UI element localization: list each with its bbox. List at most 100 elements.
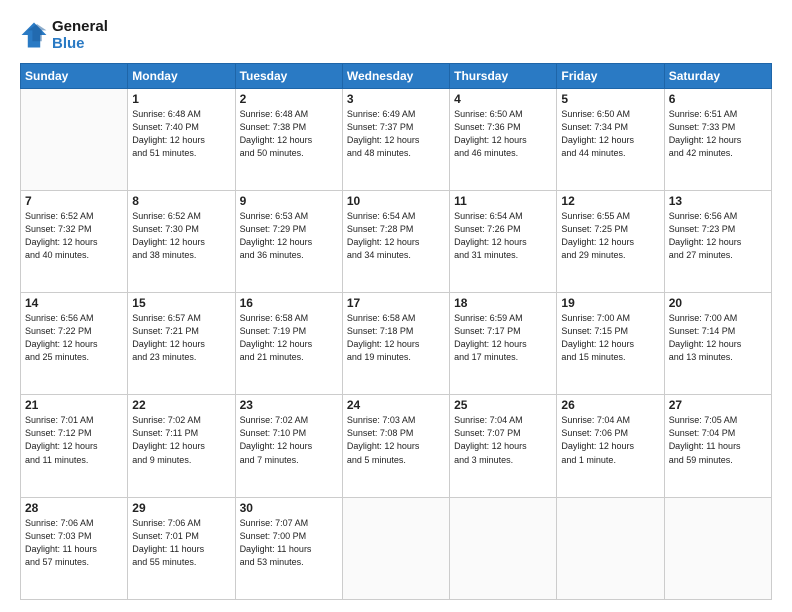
- col-header-sunday: Sunday: [21, 63, 128, 88]
- logo-text: General Blue: [52, 18, 108, 53]
- calendar-header-row: SundayMondayTuesdayWednesdayThursdayFrid…: [21, 63, 772, 88]
- calendar-cell: 19 Sunrise: 7:00 AM Sunset: 7:15 PM Dayli…: [557, 293, 664, 395]
- calendar-cell: 18 Sunrise: 6:59 AM Sunset: 7:17 PM Dayli…: [450, 293, 557, 395]
- day-number: 6: [669, 92, 767, 106]
- day-number: 21: [25, 398, 123, 412]
- day-info: Sunrise: 7:00 AM Sunset: 7:14 PM Dayligh…: [669, 312, 767, 364]
- day-number: 29: [132, 501, 230, 515]
- calendar-cell: 24 Sunrise: 7:03 AM Sunset: 7:08 PM Dayli…: [342, 395, 449, 497]
- day-info: Sunrise: 6:48 AM Sunset: 7:40 PM Dayligh…: [132, 108, 230, 160]
- day-info: Sunrise: 6:56 AM Sunset: 7:22 PM Dayligh…: [25, 312, 123, 364]
- calendar-cell: 23 Sunrise: 7:02 AM Sunset: 7:10 PM Dayli…: [235, 395, 342, 497]
- calendar-cell: 21 Sunrise: 7:01 AM Sunset: 7:12 PM Dayli…: [21, 395, 128, 497]
- calendar-cell: 6 Sunrise: 6:51 AM Sunset: 7:33 PM Daylig…: [664, 88, 771, 190]
- day-info: Sunrise: 6:58 AM Sunset: 7:19 PM Dayligh…: [240, 312, 338, 364]
- day-info: Sunrise: 6:50 AM Sunset: 7:34 PM Dayligh…: [561, 108, 659, 160]
- calendar-cell: 15Sunrise: 6:57 AM Sunset: 7:21 PM Dayli…: [128, 293, 235, 395]
- day-info: Sunrise: 6:59 AM Sunset: 7:17 PM Dayligh…: [454, 312, 552, 364]
- day-info: Sunrise: 7:02 AM Sunset: 7:10 PM Dayligh…: [240, 414, 338, 466]
- day-number: 9: [240, 194, 338, 208]
- day-info: Sunrise: 7:06 AM Sunset: 7:03 PM Dayligh…: [25, 517, 123, 569]
- day-info: Sunrise: 7:06 AM Sunset: 7:01 PM Dayligh…: [132, 517, 230, 569]
- day-info: Sunrise: 6:52 AM Sunset: 7:30 PM Dayligh…: [132, 210, 230, 262]
- day-info: Sunrise: 6:57 AM Sunset: 7:21 PM Dayligh…: [132, 312, 230, 364]
- calendar-week-row: 14 Sunrise: 6:56 AM Sunset: 7:22 PM Dayli…: [21, 293, 772, 395]
- day-number: 4: [454, 92, 552, 106]
- day-number: 19: [561, 296, 659, 310]
- day-info: Sunrise: 7:07 AM Sunset: 7:00 PM Dayligh…: [240, 517, 338, 569]
- day-info: Sunrise: 7:04 AM Sunset: 7:07 PM Dayligh…: [454, 414, 552, 466]
- day-info: Sunrise: 7:00 AM Sunset: 7:15 PM Dayligh…: [561, 312, 659, 364]
- calendar-cell: 3 Sunrise: 6:49 AM Sunset: 7:37 PM Daylig…: [342, 88, 449, 190]
- day-number: 12: [561, 194, 659, 208]
- day-number: 7: [25, 194, 123, 208]
- page: General Blue SundayMondayTuesdayWednesda…: [0, 0, 792, 612]
- day-number: 24: [347, 398, 445, 412]
- col-header-tuesday: Tuesday: [235, 63, 342, 88]
- day-number: 17: [347, 296, 445, 310]
- col-header-friday: Friday: [557, 63, 664, 88]
- calendar-cell: 16Sunrise: 6:58 AM Sunset: 7:19 PM Dayli…: [235, 293, 342, 395]
- col-header-saturday: Saturday: [664, 63, 771, 88]
- calendar-cell: 13 Sunrise: 6:56 AM Sunset: 7:23 PM Dayli…: [664, 190, 771, 292]
- col-header-thursday: Thursday: [450, 63, 557, 88]
- calendar-cell: [21, 88, 128, 190]
- day-info: Sunrise: 6:54 AM Sunset: 7:26 PM Dayligh…: [454, 210, 552, 262]
- day-number: 5: [561, 92, 659, 106]
- calendar-week-row: 21 Sunrise: 7:01 AM Sunset: 7:12 PM Dayli…: [21, 395, 772, 497]
- calendar-cell: 28 Sunrise: 7:06 AM Sunset: 7:03 PM Dayli…: [21, 497, 128, 599]
- calendar-week-row: 1 Sunrise: 6:48 AM Sunset: 7:40 PM Daylig…: [21, 88, 772, 190]
- col-header-wednesday: Wednesday: [342, 63, 449, 88]
- calendar-cell: [664, 497, 771, 599]
- calendar-cell: 25 Sunrise: 7:04 AM Sunset: 7:07 PM Dayli…: [450, 395, 557, 497]
- day-number: 25: [454, 398, 552, 412]
- calendar-cell: 1 Sunrise: 6:48 AM Sunset: 7:40 PM Daylig…: [128, 88, 235, 190]
- day-number: 18: [454, 296, 552, 310]
- calendar-table: SundayMondayTuesdayWednesdayThursdayFrid…: [20, 63, 772, 601]
- calendar-cell: 14 Sunrise: 6:56 AM Sunset: 7:22 PM Dayli…: [21, 293, 128, 395]
- calendar-cell: [450, 497, 557, 599]
- day-info: Sunrise: 6:51 AM Sunset: 7:33 PM Dayligh…: [669, 108, 767, 160]
- calendar-cell: 30Sunrise: 7:07 AM Sunset: 7:00 PM Dayli…: [235, 497, 342, 599]
- day-info: Sunrise: 6:49 AM Sunset: 7:37 PM Dayligh…: [347, 108, 445, 160]
- day-number: 14: [25, 296, 123, 310]
- day-info: Sunrise: 7:02 AM Sunset: 7:11 PM Dayligh…: [132, 414, 230, 466]
- day-info: Sunrise: 7:01 AM Sunset: 7:12 PM Dayligh…: [25, 414, 123, 466]
- day-number: 2: [240, 92, 338, 106]
- calendar-cell: [342, 497, 449, 599]
- day-number: 1: [132, 92, 230, 106]
- day-number: 20: [669, 296, 767, 310]
- day-info: Sunrise: 7:05 AM Sunset: 7:04 PM Dayligh…: [669, 414, 767, 466]
- day-number: 28: [25, 501, 123, 515]
- day-info: Sunrise: 7:04 AM Sunset: 7:06 PM Dayligh…: [561, 414, 659, 466]
- calendar-cell: 5 Sunrise: 6:50 AM Sunset: 7:34 PM Daylig…: [557, 88, 664, 190]
- day-info: Sunrise: 7:03 AM Sunset: 7:08 PM Dayligh…: [347, 414, 445, 466]
- day-number: 10: [347, 194, 445, 208]
- calendar-cell: 8 Sunrise: 6:52 AM Sunset: 7:30 PM Daylig…: [128, 190, 235, 292]
- day-info: Sunrise: 6:56 AM Sunset: 7:23 PM Dayligh…: [669, 210, 767, 262]
- day-number: 26: [561, 398, 659, 412]
- day-number: 22: [132, 398, 230, 412]
- calendar-week-row: 28 Sunrise: 7:06 AM Sunset: 7:03 PM Dayli…: [21, 497, 772, 599]
- col-header-monday: Monday: [128, 63, 235, 88]
- day-number: 8: [132, 194, 230, 208]
- calendar-cell: 17 Sunrise: 6:58 AM Sunset: 7:18 PM Dayli…: [342, 293, 449, 395]
- day-number: 23: [240, 398, 338, 412]
- calendar-cell: 9Sunrise: 6:53 AM Sunset: 7:29 PM Daylig…: [235, 190, 342, 292]
- day-info: Sunrise: 6:58 AM Sunset: 7:18 PM Dayligh…: [347, 312, 445, 364]
- day-number: 3: [347, 92, 445, 106]
- calendar-cell: 11Sunrise: 6:54 AM Sunset: 7:26 PM Dayli…: [450, 190, 557, 292]
- header: General Blue: [20, 18, 772, 53]
- calendar-cell: 12 Sunrise: 6:55 AM Sunset: 7:25 PM Dayli…: [557, 190, 664, 292]
- day-number: 27: [669, 398, 767, 412]
- calendar-cell: 10 Sunrise: 6:54 AM Sunset: 7:28 PM Dayli…: [342, 190, 449, 292]
- day-info: Sunrise: 6:54 AM Sunset: 7:28 PM Dayligh…: [347, 210, 445, 262]
- day-info: Sunrise: 6:50 AM Sunset: 7:36 PM Dayligh…: [454, 108, 552, 160]
- day-info: Sunrise: 6:55 AM Sunset: 7:25 PM Dayligh…: [561, 210, 659, 262]
- calendar-cell: 4 Sunrise: 6:50 AM Sunset: 7:36 PM Daylig…: [450, 88, 557, 190]
- calendar-cell: 29 Sunrise: 7:06 AM Sunset: 7:01 PM Dayli…: [128, 497, 235, 599]
- day-number: 13: [669, 194, 767, 208]
- calendar-cell: 7Sunrise: 6:52 AM Sunset: 7:32 PM Daylig…: [21, 190, 128, 292]
- logo-icon: [20, 21, 48, 49]
- calendar-cell: 22 Sunrise: 7:02 AM Sunset: 7:11 PM Dayli…: [128, 395, 235, 497]
